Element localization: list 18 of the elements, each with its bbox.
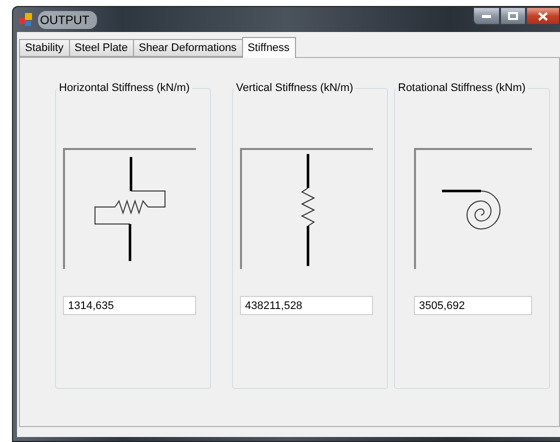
tab[interactable]: Steel Plate <box>68 39 134 57</box>
close-button[interactable] <box>526 7 560 25</box>
group-title: Rotational Stiffness (kNm) <box>397 82 527 94</box>
value-field[interactable]: 438211,528 <box>240 296 373 315</box>
group-title: Vertical Stiffness (kN/m) <box>235 82 354 94</box>
window-title: OUTPUT <box>38 10 98 28</box>
maximize-icon <box>508 12 518 20</box>
maximize-button[interactable] <box>500 7 526 25</box>
value-field[interactable]: 3505,692 <box>414 296 532 315</box>
tab[interactable]: Stiffness <box>242 37 296 58</box>
tab[interactable]: Stability <box>19 39 70 57</box>
minimize-button[interactable] <box>473 7 500 25</box>
group-title: Horizontal Stiffness (kN/m) <box>58 82 191 94</box>
minimize-icon <box>482 14 491 18</box>
app-icon <box>19 12 33 26</box>
value-field[interactable]: 1314,635 <box>63 296 196 315</box>
tab[interactable]: Shear Deformations <box>132 39 243 57</box>
close-icon <box>538 12 548 20</box>
